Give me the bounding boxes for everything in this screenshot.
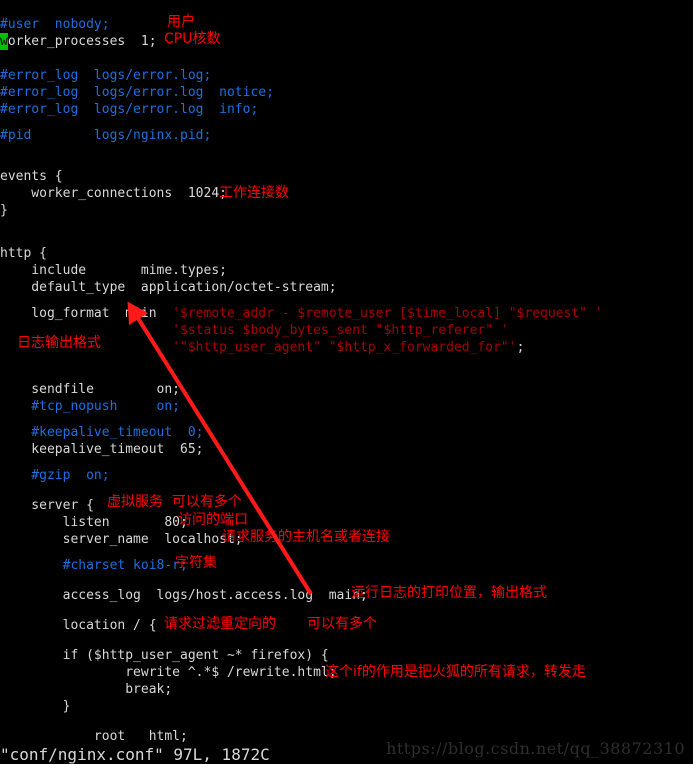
code-span: if ($http_user_agent ~* firefox) { — [0, 648, 329, 663]
code-line: '$status $body_bytes_sent "$http_referer… — [0, 322, 693, 339]
code-span: include mime.types; — [0, 263, 227, 278]
code-line: http { — [0, 245, 693, 262]
code-span: ; — [516, 340, 525, 355]
code-line: } — [0, 698, 693, 715]
watermark-url: https://blog.csdn.net/qq_38872310 — [386, 739, 685, 758]
code-span: #error_log logs/error.log notice; — [0, 85, 274, 100]
annotation-location-multi: 可以有多个 — [307, 616, 377, 632]
code-line: log_format main '$remote_addr - $remote_… — [0, 305, 693, 322]
code-line: #keepalive_timeout 0; — [0, 424, 693, 441]
annotation-worker-connections: 工作连接数 — [219, 185, 289, 201]
code-line: #error_log logs/error.log notice; — [0, 84, 693, 101]
code-line: #gzip on; — [0, 467, 693, 484]
text-cursor: w — [0, 33, 8, 51]
code-line: keepalive_timeout 65; — [0, 441, 693, 458]
code-span: worker_connections 1024; — [0, 186, 227, 201]
code-span: default_type application/octet-stream; — [0, 280, 337, 295]
annotation-user: 用户 — [167, 14, 195, 30]
code-line: #tcp_nopush on; — [0, 398, 693, 415]
code-line: #error_log logs/error.log info; — [0, 101, 693, 118]
code-span: access_log logs/host.access.log main; — [0, 588, 368, 603]
code-span: } — [0, 699, 71, 714]
code-line: } — [0, 202, 693, 219]
code-span: server_name localhost; — [0, 532, 243, 547]
code-line: events { — [0, 168, 693, 185]
code-line: worker_processes 1; — [0, 33, 693, 51]
code-span: log_format main — [0, 306, 173, 321]
code-span: location / { — [0, 618, 157, 633]
code-line: if ($http_user_agent ~* firefox) { — [0, 647, 693, 664]
code-span: #charset koi8-r; — [0, 558, 188, 573]
code-span: listen 80; — [0, 515, 188, 530]
annotation-virtual-server: 虚拟服务 可以有多个 — [107, 494, 242, 510]
code-line: break; — [0, 681, 693, 698]
code-span: events { — [0, 169, 63, 184]
code-span: orker_processes 1; — [7, 34, 157, 49]
annotation-firefox-if: 这个if的作用是把火狐的所有请求，转发走 — [325, 664, 586, 680]
code-span: #error_log logs/error.log info; — [0, 102, 259, 117]
code-line: #user nobody; — [0, 16, 693, 33]
annotation-server-name: 请求服务的主机名或者连接 — [222, 529, 390, 545]
code-line: default_type application/octet-stream; — [0, 279, 693, 296]
code-line: #charset koi8-r; — [0, 557, 693, 574]
annotation-cpu-cores: CPU核数 — [164, 31, 221, 47]
code-span: root html; — [0, 729, 188, 744]
annotation-location-filter: 请求过滤重定向的 — [164, 616, 276, 632]
code-span: #gzip on; — [0, 468, 110, 483]
vim-buffer[interactable]: #user nobody; worker_processes 1; #error_l… — [0, 0, 693, 764]
code-span: } — [0, 203, 8, 218]
code-line: server { — [0, 497, 693, 514]
code-span: server { — [0, 498, 94, 513]
code-span: '"$http_user_agent" "$http_x_forwarded_f… — [172, 340, 517, 355]
code-span: #keepalive_timeout 0; — [0, 425, 204, 440]
code-line: '"$http_user_agent" "$http_x_forwarded_f… — [0, 339, 693, 356]
code-span: keepalive_timeout 65; — [0, 442, 204, 457]
code-line: access_log logs/host.access.log main; — [0, 587, 693, 604]
code-span: #tcp_nopush on; — [0, 399, 181, 414]
annotation-charset: 字符集 — [175, 555, 217, 571]
code-span: #error_log logs/error.log; — [0, 68, 212, 83]
code-span: #user nobody; — [0, 17, 110, 32]
code-span: '$remote_addr - $remote_user [$time_loca… — [172, 306, 603, 321]
code-line: sendfile on; — [0, 381, 693, 398]
code-line: #error_log logs/error.log; — [0, 67, 693, 84]
code-span: '$status $body_bytes_sent "$http_referer… — [172, 323, 509, 338]
code-span: break; — [0, 682, 173, 697]
code-span: sendfile on; — [0, 382, 181, 397]
code-line: worker_connections 1024; — [0, 185, 693, 202]
code-span: #pid logs/nginx.pid; — [0, 128, 212, 143]
code-line: #pid logs/nginx.pid; — [0, 127, 693, 144]
code-span: http { — [0, 246, 47, 261]
annotation-listen-port: 访问的端口 — [178, 512, 248, 528]
terminal-window[interactable]: #user nobody; worker_processes 1; #error_l… — [0, 0, 693, 764]
annotation-log-format: 日志输出格式 — [17, 335, 101, 351]
code-line: include mime.types; — [0, 262, 693, 279]
annotation-access-log: 运行日志的打印位置，输出格式 — [351, 585, 547, 601]
code-span: rewrite ^.*$ /rewrite.html; — [0, 665, 337, 680]
